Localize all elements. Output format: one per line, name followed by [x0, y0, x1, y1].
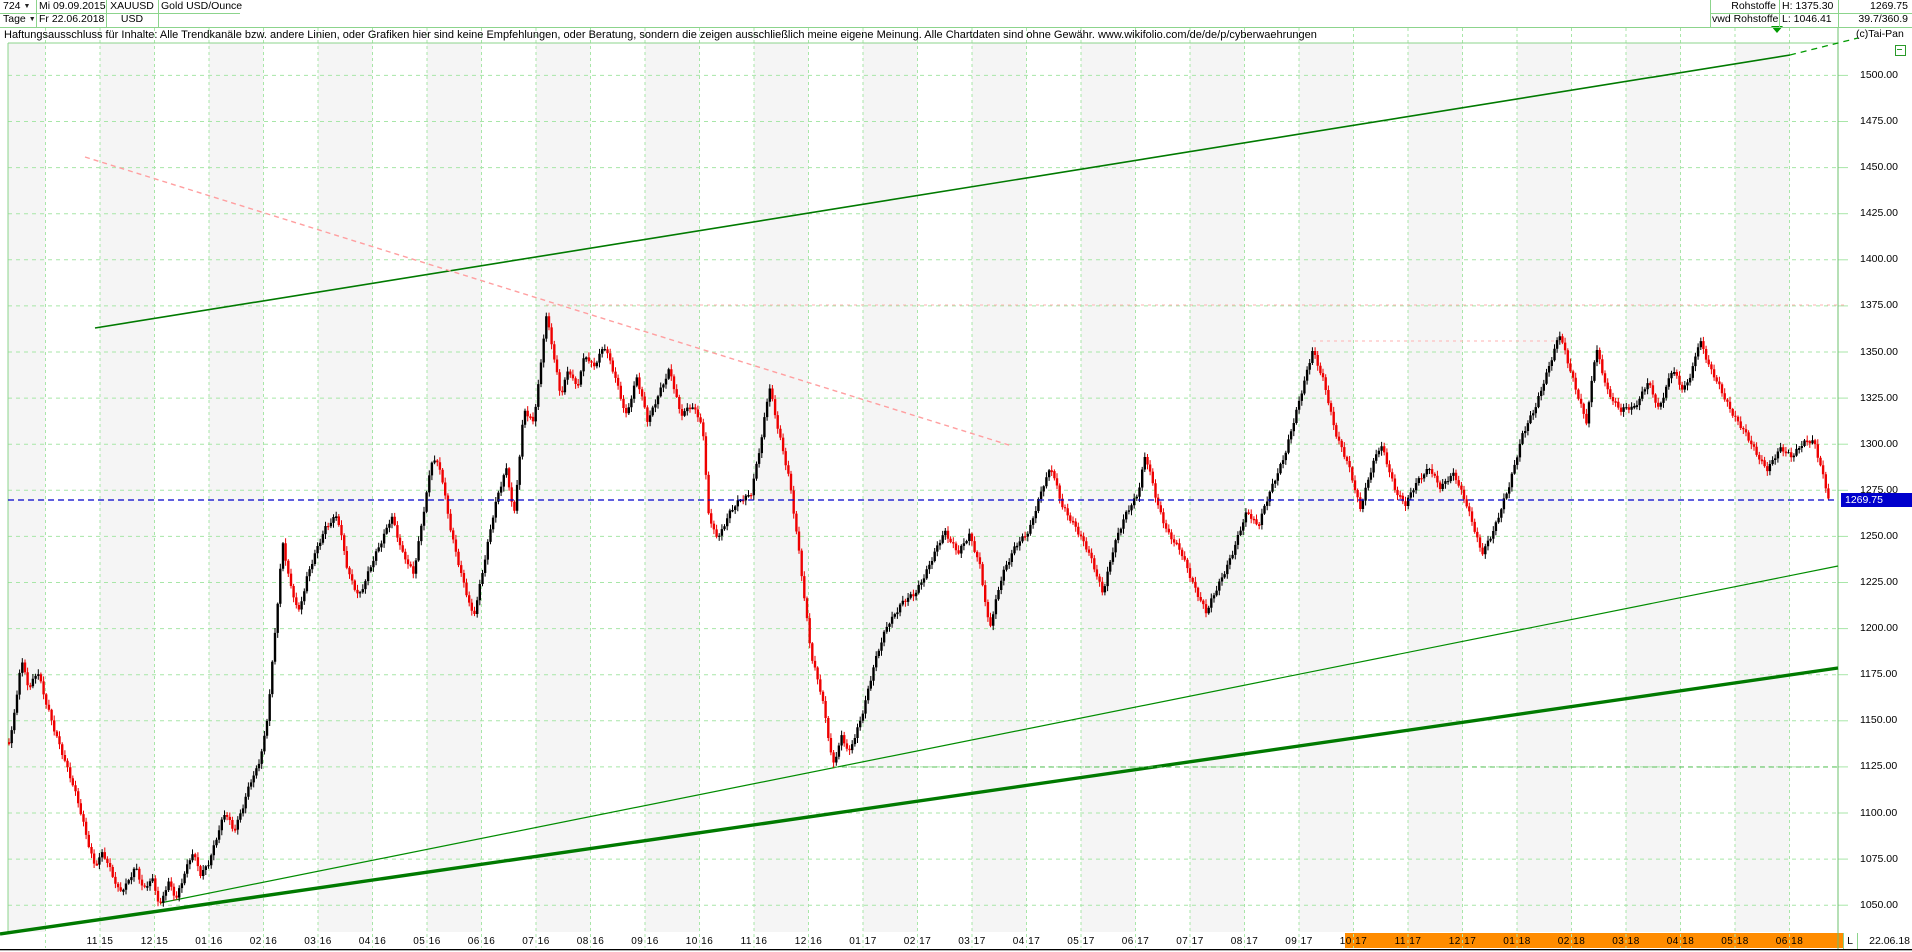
- x-axis-label: 05 16: [413, 936, 441, 947]
- tai-pan-chart-window: 724 ▼ Mi 09.09.2015 XAUUSD Gold USD/Ounc…: [0, 0, 1912, 952]
- bars-count-value: 724: [3, 0, 21, 12]
- y-axis-label: 1450.00: [1860, 161, 1912, 173]
- x-axis-label: 09 17: [1285, 936, 1313, 947]
- period-low: L: 1046.41: [1782, 13, 1836, 26]
- y-axis-label: 1250.00: [1860, 530, 1912, 542]
- y-axis-label: 1175.00: [1860, 668, 1912, 680]
- chevron-down-icon: ▼: [23, 3, 30, 10]
- y-axis-label: 1100.00: [1860, 807, 1912, 819]
- collapse-box-icon[interactable]: [1895, 45, 1906, 56]
- chart-canvas[interactable]: [0, 0, 1912, 952]
- y-axis-label: 1425.00: [1860, 207, 1912, 219]
- x-axis-label: 05 17: [1067, 936, 1095, 947]
- x-axis-label: 04 17: [1013, 936, 1041, 947]
- group-label-2: vwd Rohstoffe: [1712, 13, 1776, 26]
- x-axis-label: 09 16: [631, 936, 659, 947]
- x-axis-label: 04 18: [1667, 936, 1695, 947]
- x-axis-label: 10 16: [686, 936, 714, 947]
- x-axis-label: 12 17: [1449, 936, 1477, 947]
- currency-label: USD: [107, 13, 157, 26]
- x-axis-label: 12 15: [141, 936, 169, 947]
- y-axis-label: 1150.00: [1860, 714, 1912, 726]
- y-axis-label: 1075.00: [1860, 853, 1912, 865]
- date-from-field[interactable]: Mi 09.09.2015: [39, 0, 105, 13]
- header-extra-value: 39.7/360.9: [1841, 13, 1908, 26]
- header-row-divider: [1710, 13, 1912, 14]
- corner-date-label: 22.06.18: [1858, 935, 1910, 947]
- x-axis-label: 02 17: [904, 936, 932, 947]
- y-axis-label: 1225.00: [1860, 576, 1912, 588]
- x-axis-label: 05 18: [1721, 936, 1749, 947]
- x-axis-label: 03 16: [304, 936, 332, 947]
- x-axis-label: 03 17: [958, 936, 986, 947]
- y-axis-label: 1475.00: [1860, 115, 1912, 127]
- axis-corner-divider: [1857, 933, 1858, 949]
- y-axis-label: 1325.00: [1860, 392, 1912, 404]
- header-last-price: 1269.75: [1841, 0, 1908, 13]
- x-axis-label: 11 16: [741, 936, 768, 947]
- x-axis-label: 11 15: [87, 936, 114, 947]
- x-axis-label: 04 16: [359, 936, 387, 947]
- x-axis-label: 06 16: [468, 936, 496, 947]
- chevron-down-icon: ▼: [29, 16, 36, 23]
- x-axis-label: 06 18: [1776, 936, 1804, 947]
- x-axis-label: 01 18: [1503, 936, 1531, 947]
- x-axis-label: 01 16: [195, 936, 223, 947]
- y-axis-label: 1500.00: [1860, 69, 1912, 81]
- last-price-badge: 1269.75: [1841, 493, 1912, 507]
- x-axis-label: 10 17: [1340, 936, 1368, 947]
- instrument-title: Gold USD/Ounce: [161, 0, 381, 13]
- x-axis-label: 03 18: [1612, 936, 1640, 947]
- y-axis-label: 1200.00: [1860, 622, 1912, 634]
- x-axis-label: 07 16: [522, 936, 550, 947]
- bars-count-dropdown[interactable]: 724 ▼: [3, 0, 33, 13]
- symbol-label: XAUUSD: [107, 0, 157, 13]
- x-axis-label: 11 17: [1395, 936, 1422, 947]
- x-axis-label: 02 16: [250, 936, 278, 947]
- x-axis-label: 07 17: [1176, 936, 1204, 947]
- y-axis-label: 1350.00: [1860, 346, 1912, 358]
- group-label-1: Rohstoffe: [1712, 0, 1776, 13]
- y-axis-label: 1125.00: [1860, 760, 1912, 772]
- disclaimer-text: Haftungsausschluss für Inhalte: Alle Tre…: [4, 29, 1317, 41]
- y-axis-label: 1375.00: [1860, 299, 1912, 311]
- period-high: H: 1375.30: [1782, 0, 1836, 13]
- date-to-field[interactable]: Fr 22.06.2018: [39, 13, 105, 26]
- x-axis-label: 02 18: [1558, 936, 1586, 947]
- x-axis-label: 08 17: [1231, 936, 1259, 947]
- x-axis-label: 01 17: [849, 936, 877, 947]
- y-axis-label: 1050.00: [1860, 899, 1912, 911]
- x-axis-label: 06 17: [1122, 936, 1150, 947]
- x-axis-label: 08 16: [577, 936, 605, 947]
- corner-l-label: L: [1844, 935, 1856, 947]
- period-unit-value: Tage: [3, 13, 26, 25]
- y-axis-label: 1300.00: [1860, 438, 1912, 450]
- period-unit-dropdown[interactable]: Tage ▼: [3, 13, 37, 26]
- axis-corner-divider: [1843, 933, 1844, 949]
- y-axis-label: 1400.00: [1860, 253, 1912, 265]
- header-bottom-border: [0, 27, 1912, 28]
- x-axis-label: 12 16: [795, 936, 823, 947]
- header-row-divider: [0, 13, 240, 14]
- tai-pan-watermark: (c)Tai-Pan: [1856, 28, 1904, 40]
